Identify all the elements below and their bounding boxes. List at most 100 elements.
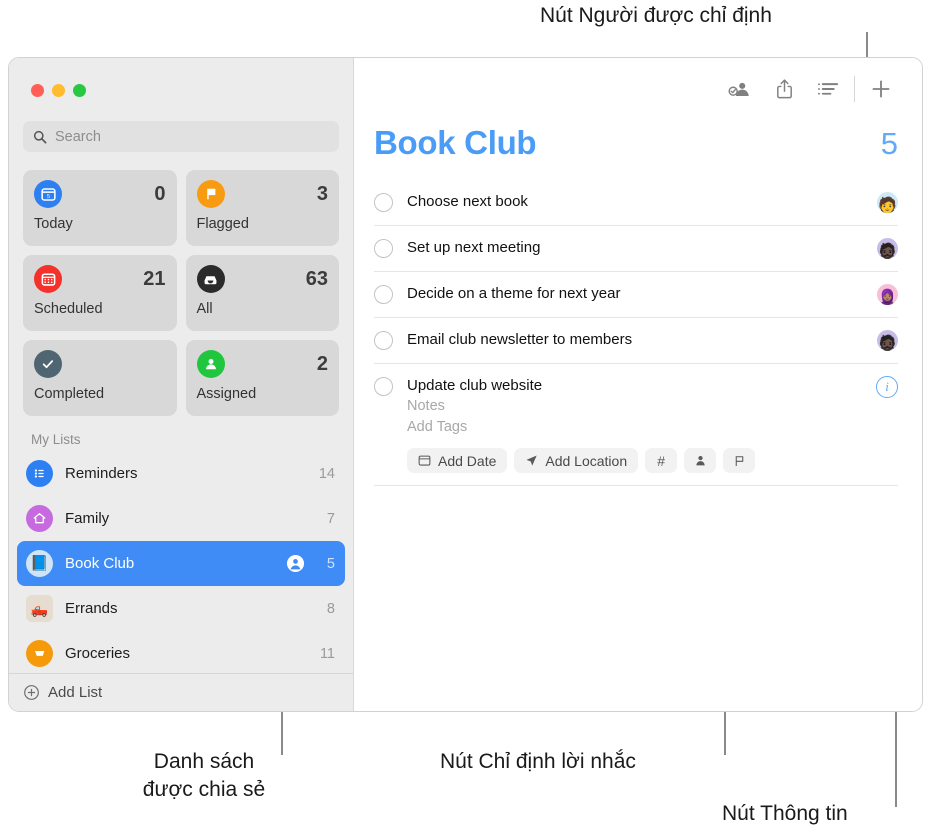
sidebar-item-label: Family xyxy=(65,510,110,527)
list-bullet-icon xyxy=(817,83,838,95)
add-tag-button[interactable]: # xyxy=(645,448,678,473)
reminder-row-expanded[interactable]: Update club website Notes Add Tags Add D… xyxy=(354,364,922,486)
book-icon: 📘 xyxy=(26,550,53,577)
reminder-complete-toggle[interactable] xyxy=(374,285,393,304)
main-toolbar xyxy=(354,58,922,120)
sidebar-item-family[interactable]: Family 7 xyxy=(17,496,345,541)
reminder-complete-toggle[interactable] xyxy=(374,377,393,396)
share-button[interactable] xyxy=(762,69,806,109)
callout-shared-list: Danh sách được chia sẻ xyxy=(142,750,266,801)
calendar-day-icon: 5 xyxy=(34,180,62,208)
info-label: i xyxy=(885,379,889,394)
reminder-title: Email club newsletter to members xyxy=(407,331,633,348)
reminder-detail-actions: Add Date Add Location # xyxy=(407,448,862,473)
add-reminder-button[interactable] xyxy=(859,69,903,109)
sidebar-item-reminders[interactable]: Reminders 14 xyxy=(17,451,345,496)
sidebar-item-count: 8 xyxy=(326,600,335,617)
sidebar-item-errands[interactable]: 🛻 Errands 8 xyxy=(17,586,345,631)
reminder-row[interactable]: Email club newsletter to members 🧔🏿 xyxy=(354,318,922,364)
callout-assign-reminder-button: Nút Chỉ định lời nhắc xyxy=(440,750,636,773)
smart-list-today[interactable]: 5 0 Today xyxy=(23,170,177,246)
search-icon xyxy=(33,130,47,143)
cart-icon xyxy=(26,640,53,667)
reminder-complete-toggle[interactable] xyxy=(374,239,393,258)
avatar-emoji: 🧕🏽 xyxy=(878,289,897,305)
reminder-list: Choose next book 🧑 Set up next meeting 🧔… xyxy=(354,180,922,486)
reminder-title: Update club website xyxy=(407,377,543,394)
sidebar: Search 5 0 Today 3 Flagged 21 Scheduled … xyxy=(9,58,354,711)
smart-list-label: Flagged xyxy=(196,216,249,232)
sidebar-item-label: Groceries xyxy=(65,645,131,662)
info-button[interactable]: i xyxy=(876,376,898,398)
avatar: 🧔🏿 xyxy=(877,238,898,259)
assign-reminder-button[interactable] xyxy=(684,448,717,473)
plus-circle-icon xyxy=(24,685,39,700)
plus-icon xyxy=(872,80,890,98)
hash-icon: # xyxy=(657,452,665,469)
add-location-button[interactable]: Add Location xyxy=(514,448,639,473)
smart-list-assigned[interactable]: 2 Assigned xyxy=(185,340,339,416)
reminders-window: Search 5 0 Today 3 Flagged 21 Scheduled … xyxy=(8,57,923,712)
sidebar-item-groceries[interactable]: Groceries 11 xyxy=(17,631,345,673)
sidebar-item-label: Errands xyxy=(65,600,118,617)
avatar: 🧑 xyxy=(877,192,898,213)
page-title: Book Club xyxy=(374,124,537,161)
share-icon xyxy=(776,79,792,99)
smart-list-label: Assigned xyxy=(196,386,257,402)
assignee-button[interactable] xyxy=(718,69,762,109)
shared-list-icon xyxy=(286,554,305,573)
sidebar-item-label: Book Club xyxy=(65,555,135,572)
add-list-label: Add List xyxy=(48,684,103,701)
reminder-title: Set up next meeting xyxy=(407,239,541,256)
user-lists: Reminders 14 Family 7 📘 Book Club 5 🛻 Er… xyxy=(9,451,353,673)
sidebar-item-label: Reminders xyxy=(65,465,138,482)
sidebar-item-count: 7 xyxy=(326,510,335,527)
smart-list-label: Scheduled xyxy=(34,301,103,317)
smart-lists-grid: 5 0 Today 3 Flagged 21 Scheduled 63 All … xyxy=(23,170,339,416)
reminder-tags-field[interactable]: Add Tags xyxy=(407,417,862,438)
list-view-button[interactable] xyxy=(806,69,850,109)
smart-list-completed[interactable]: Completed xyxy=(23,340,177,416)
reminder-notes-field[interactable]: Notes xyxy=(407,396,862,417)
add-date-button[interactable]: Add Date xyxy=(407,448,508,473)
truck-icon: 🛻 xyxy=(26,595,53,622)
minimize-button[interactable] xyxy=(52,84,65,97)
avatar: 🧕🏽 xyxy=(877,284,898,305)
person-icon xyxy=(196,350,225,378)
reminder-row[interactable]: Set up next meeting 🧔🏿 xyxy=(354,226,922,272)
add-date-label: Add Date xyxy=(438,452,497,469)
close-button[interactable] xyxy=(31,84,44,97)
sidebar-item-book-club[interactable]: 📘 Book Club 5 xyxy=(17,541,345,586)
smart-list-scheduled[interactable]: 21 Scheduled xyxy=(23,255,177,331)
list-header: Book Club 5 xyxy=(354,120,922,162)
calendar-icon xyxy=(418,455,431,466)
toolbar-divider xyxy=(854,76,855,102)
smart-list-count: 21 xyxy=(143,267,166,290)
sidebar-item-count: 11 xyxy=(319,645,335,662)
person-badge-check-icon xyxy=(728,82,749,97)
smart-list-all[interactable]: 63 All xyxy=(185,255,339,331)
reminder-complete-toggle[interactable] xyxy=(374,193,393,212)
add-list-button[interactable]: Add List xyxy=(9,673,353,711)
flag-reminder-button[interactable] xyxy=(723,448,756,473)
reminder-row[interactable]: Decide on a theme for next year 🧕🏽 xyxy=(354,272,922,318)
search-input[interactable]: Search xyxy=(23,121,339,152)
zoom-button[interactable] xyxy=(73,84,86,97)
reminder-row[interactable]: Choose next book 🧑 xyxy=(354,180,922,226)
avatar-emoji: 🧔🏿 xyxy=(878,243,897,259)
smart-list-count: 2 xyxy=(316,352,328,375)
window-traffic-lights xyxy=(9,58,353,97)
avatar-emoji: 🧔🏿 xyxy=(878,335,897,351)
my-lists-header: My Lists xyxy=(31,432,81,447)
smart-list-label: All xyxy=(196,301,213,317)
flag-icon xyxy=(196,180,225,208)
add-location-label: Add Location xyxy=(545,452,628,469)
checkmark-icon xyxy=(34,350,62,378)
smart-list-count: 3 xyxy=(316,182,328,205)
reminder-complete-toggle[interactable] xyxy=(374,331,393,350)
smart-list-flagged[interactable]: 3 Flagged xyxy=(185,170,339,246)
house-icon xyxy=(26,505,53,532)
location-arrow-icon xyxy=(526,455,538,466)
svg-text:5: 5 xyxy=(46,194,49,200)
sidebar-item-count: 14 xyxy=(318,465,335,482)
